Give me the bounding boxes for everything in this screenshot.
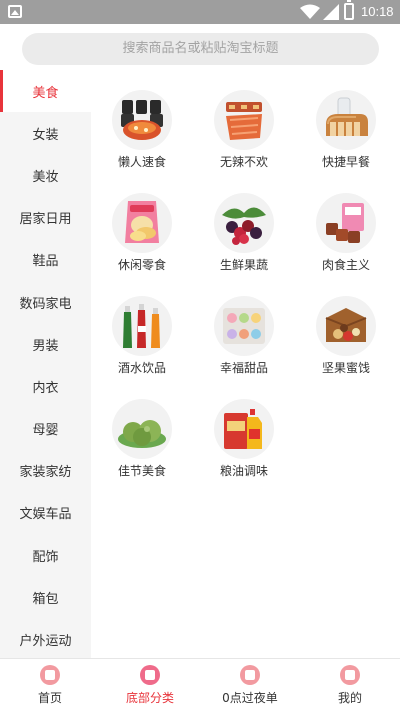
sidebar-item-womens-clothing[interactable]: 女装 bbox=[0, 112, 91, 154]
category-nuts[interactable]: 坚果蜜饯 bbox=[296, 296, 396, 376]
nav-label: 首页 bbox=[37, 691, 62, 705]
category-grain-oil[interactable]: 粮油调味 bbox=[194, 399, 294, 479]
home-icon bbox=[40, 665, 60, 685]
category-desserts[interactable]: 幸福甜品 bbox=[194, 296, 294, 376]
category-label: 无辣不欢 bbox=[219, 155, 268, 169]
sidebar-item-underwear[interactable]: 内衣 bbox=[0, 365, 91, 407]
sidebar-item-mens-clothing[interactable]: 男装 bbox=[0, 323, 91, 365]
category-drinks[interactable]: 酒水饮品 bbox=[92, 296, 192, 376]
category-label: 粮油调味 bbox=[219, 464, 268, 478]
category-meat[interactable]: 肉食主义 bbox=[296, 193, 396, 273]
sidebar-item-shoes[interactable]: 鞋品 bbox=[0, 239, 91, 281]
nav-midnight-orders[interactable]: 0点过夜单 bbox=[200, 659, 300, 711]
sidebar-item-entertainment-auto[interactable]: 文娱车品 bbox=[0, 492, 91, 534]
category-label: 休闲零食 bbox=[117, 258, 166, 272]
nav-home[interactable]: 首页 bbox=[0, 659, 100, 711]
rice-oil-icon bbox=[214, 399, 274, 459]
bread-milk-icon bbox=[316, 90, 376, 150]
search-bar: 搜索商品名或粘贴淘宝标题 bbox=[0, 24, 400, 70]
noodle-cups-icon bbox=[112, 90, 172, 150]
category-label: 幸福甜品 bbox=[219, 361, 268, 375]
sidebar-item-beauty[interactable]: 美妆 bbox=[0, 154, 91, 196]
nav-label: 底部分类 bbox=[125, 691, 174, 705]
category-label: 快捷早餐 bbox=[321, 155, 370, 169]
wifi-icon bbox=[300, 4, 320, 19]
sidebar-item-electronics[interactable]: 数码家电 bbox=[0, 281, 91, 323]
rice-cakes-icon bbox=[112, 399, 172, 459]
category-label: 肉食主义 bbox=[321, 258, 370, 272]
category-snacks[interactable]: 休闲零食 bbox=[92, 193, 192, 273]
battery-icon bbox=[344, 0, 354, 20]
category-label: 佳节美食 bbox=[117, 464, 166, 478]
category-label: 酒水饮品 bbox=[117, 361, 166, 375]
category-sidebar: 美食 女装 美妆 居家日用 鞋品 数码家电 男装 内衣 母婴 家装家纺 文娱车品… bbox=[0, 70, 91, 658]
category-spicy[interactable]: 无辣不欢 bbox=[194, 90, 294, 170]
nav-label: 0点过夜单 bbox=[222, 691, 278, 705]
nav-category[interactable]: 底部分类 bbox=[100, 659, 200, 711]
spicy-meat-icon bbox=[214, 90, 274, 150]
sidebar-item-bags[interactable]: 箱包 bbox=[0, 576, 91, 618]
sidebar-item-mother-baby[interactable]: 母婴 bbox=[0, 408, 91, 450]
status-bar: 10:18 bbox=[0, 0, 400, 24]
sidebar-item-outdoor-sports[interactable]: 户外运动 bbox=[0, 618, 91, 658]
meat-box-icon bbox=[316, 193, 376, 253]
category-grid: 懒人速食 无辣不欢 快捷早餐 休闲零食 生鲜果蔬 肉食主义 酒水饮品 幸福甜品 … bbox=[91, 70, 400, 658]
category-icon bbox=[140, 665, 160, 685]
category-fresh-produce[interactable]: 生鲜果蔬 bbox=[194, 193, 294, 273]
nav-profile[interactable]: 我的 bbox=[300, 659, 400, 711]
sidebar-item-household[interactable]: 居家日用 bbox=[0, 197, 91, 239]
category-label: 坚果蜜饯 bbox=[321, 361, 370, 375]
category-label: 生鲜果蔬 bbox=[219, 258, 268, 272]
search-input[interactable]: 搜索商品名或粘贴淘宝标题 bbox=[22, 33, 379, 65]
drink-bottles-icon bbox=[112, 296, 172, 356]
status-time: 10:18 bbox=[361, 4, 394, 19]
bell-icon bbox=[240, 665, 260, 685]
sidebar-item-food[interactable]: 美食 bbox=[0, 70, 91, 113]
profile-icon bbox=[340, 665, 360, 685]
cell-signal-icon bbox=[323, 4, 339, 20]
chips-bag-icon bbox=[112, 193, 172, 253]
category-festival-food[interactable]: 佳节美食 bbox=[92, 399, 192, 479]
category-label: 懒人速食 bbox=[117, 155, 166, 169]
nav-label: 我的 bbox=[337, 691, 362, 705]
category-lazy-instant-food[interactable]: 懒人速食 bbox=[92, 90, 192, 170]
nuts-box-icon bbox=[316, 296, 376, 356]
gallery-notification-icon bbox=[8, 5, 22, 18]
bottom-navigation: 首页 底部分类 0点过夜单 我的 bbox=[0, 658, 400, 711]
macaron-box-icon bbox=[214, 296, 274, 356]
sidebar-item-home-textiles[interactable]: 家装家纺 bbox=[0, 450, 91, 492]
sidebar-item-accessories[interactable]: 配饰 bbox=[0, 534, 91, 576]
category-quick-breakfast[interactable]: 快捷早餐 bbox=[296, 90, 396, 170]
berries-icon bbox=[214, 193, 274, 253]
